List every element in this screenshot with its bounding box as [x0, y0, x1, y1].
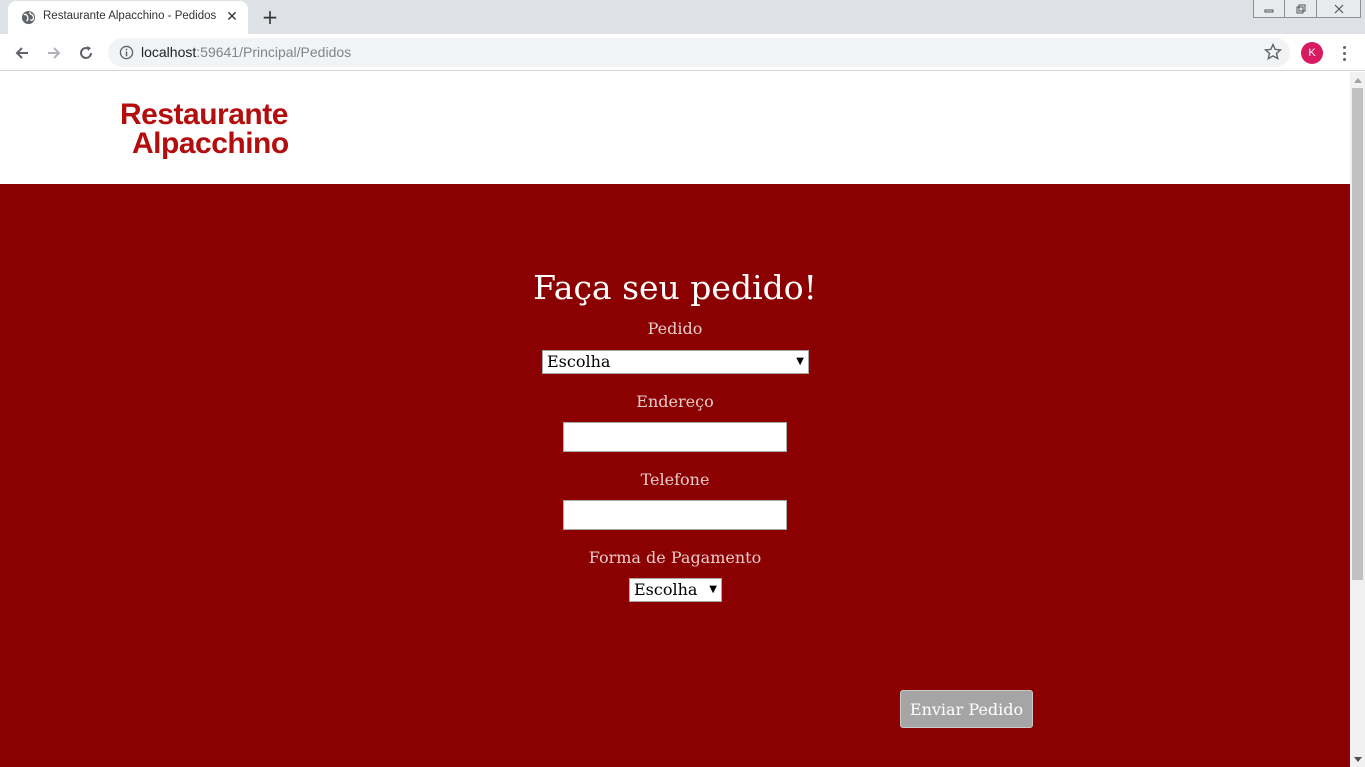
globe-icon: [21, 10, 36, 25]
forward-arrow-icon: [48, 47, 61, 59]
pagamento-label: Forma de Pagamento: [588, 548, 762, 567]
back-button[interactable]: [10, 41, 34, 65]
new-tab-button[interactable]: +: [259, 6, 281, 28]
back-arrow-icon: [15, 47, 28, 59]
url-path: :59641/Principal/Pedidos: [196, 44, 352, 60]
endereco-label: Endereço: [636, 392, 714, 411]
minimize-button[interactable]: [1253, 0, 1285, 18]
endereco-input[interactable]: [563, 422, 787, 452]
page-title: Faça seu pedido!: [533, 268, 817, 307]
profile-avatar[interactable]: K: [1301, 42, 1323, 64]
browser-tabstrip: Restaurante Alpacchino - Pedidos ✕ +: [0, 0, 1365, 34]
pagamento-selected-value: Escolha: [634, 580, 698, 599]
window-close-icon: [1334, 4, 1343, 13]
browser-menu-icon[interactable]: [1336, 42, 1352, 64]
pedido-select[interactable]: Escolha ▼: [542, 350, 809, 374]
restore-button[interactable]: [1285, 0, 1317, 18]
forward-button[interactable]: [42, 41, 66, 65]
order-section: Faça seu pedido! Pedido Escolha ▼ Endere…: [0, 184, 1350, 767]
dropdown-arrow-icon: ▼: [709, 584, 717, 595]
logo-line-1: Restaurante: [120, 98, 288, 131]
tab-close-icon[interactable]: ✕: [224, 9, 240, 25]
scroll-down-arrow-icon[interactable]: [1350, 752, 1365, 767]
pagamento-select[interactable]: Escolha ▼: [629, 578, 722, 602]
url-host: localhost: [141, 44, 197, 60]
pedido-label: Pedido: [647, 319, 703, 338]
address-bar[interactable]: localhost:59641/Principal/Pedidos: [108, 38, 1290, 67]
telefone-input[interactable]: [563, 500, 787, 530]
enviar-pedido-button[interactable]: Enviar Pedido: [900, 690, 1033, 728]
window-controls: [1253, 0, 1361, 18]
info-icon[interactable]: [119, 45, 134, 60]
scrollbar-thumb[interactable]: [1352, 88, 1363, 580]
restore-icon: [1296, 4, 1305, 13]
dropdown-arrow-icon: ▼: [796, 356, 804, 367]
site-logo[interactable]: Restaurante Alpacchino: [120, 98, 320, 160]
minimize-icon: [1264, 9, 1274, 12]
tab-title: Restaurante Alpacchino - Pedidos: [43, 10, 217, 22]
bookmark-star-icon[interactable]: [1264, 43, 1282, 61]
page-scrollbar[interactable]: [1350, 72, 1365, 767]
scroll-up-arrow-icon[interactable]: [1350, 72, 1365, 87]
url-text[interactable]: localhost:59641/Principal/Pedidos: [141, 44, 351, 60]
page-viewport: Restaurante Alpacchino Faça seu pedido! …: [0, 72, 1350, 767]
logo-line-2: Alpacchino: [132, 127, 289, 160]
pedido-selected-value: Escolha: [547, 352, 611, 371]
reload-button[interactable]: [74, 41, 98, 65]
site-header: Restaurante Alpacchino: [0, 72, 1350, 184]
window-close-button[interactable]: [1317, 0, 1361, 18]
browser-tab[interactable]: Restaurante Alpacchino - Pedidos ✕: [8, 1, 248, 34]
telefone-label: Telefone: [640, 470, 710, 489]
browser-toolbar: localhost:59641/Principal/Pedidos K: [0, 34, 1365, 71]
reload-icon: [80, 46, 92, 59]
